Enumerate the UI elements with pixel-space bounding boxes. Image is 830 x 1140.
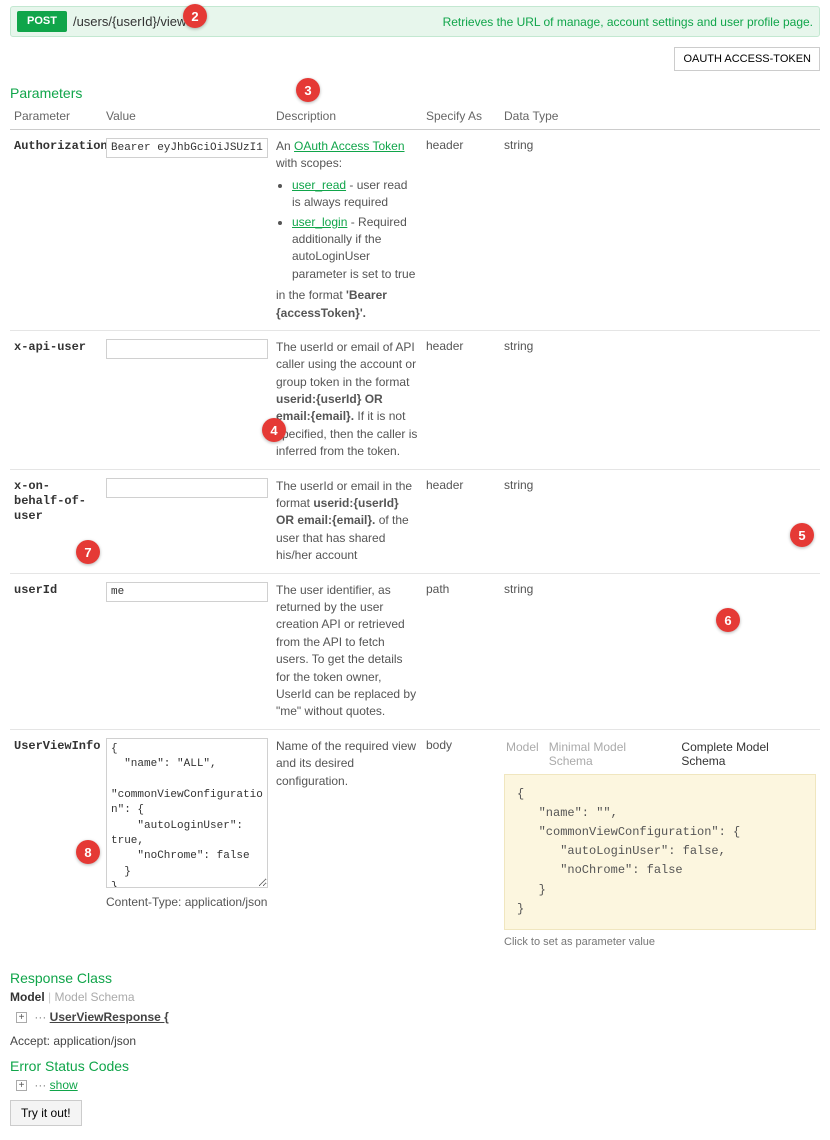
x-on-behalf-input[interactable] — [106, 478, 268, 498]
parameters-table: Parameter Value Description Specify As D… — [10, 105, 820, 956]
data-type: string — [500, 573, 820, 729]
desc-text: An — [276, 139, 294, 153]
specify-as: body — [422, 729, 500, 956]
tab-complete-model-schema[interactable]: Complete Model Schema — [679, 738, 816, 770]
model-schema-box[interactable]: { "name": "", "commonViewConfiguration":… — [504, 774, 816, 930]
response-model-link[interactable]: UserViewResponse { — [50, 1010, 169, 1024]
desc-text: in the format — [276, 288, 346, 302]
param-row-authorization: Authorization An OAuth Access Token with… — [10, 130, 820, 331]
col-data-type: Data Type — [500, 105, 820, 130]
operation-path: /users/{userId}/views — [73, 14, 193, 29]
accept-label: Accept: application/json — [10, 1034, 820, 1048]
operation-header[interactable]: POST /users/{userId}/views Retrieves the… — [10, 6, 820, 37]
col-value: Value — [102, 105, 272, 130]
try-it-out-button[interactable]: Try it out! — [10, 1100, 82, 1126]
param-name: userId — [14, 583, 57, 597]
param-row-user-view-info: UserViewInfo Content-Type: application/j… — [10, 729, 820, 956]
param-name: UserViewInfo — [14, 739, 100, 753]
tab-response-model[interactable]: Model — [10, 990, 45, 1004]
oauth-access-token-button[interactable]: OAUTH ACCESS-TOKEN — [674, 47, 820, 71]
data-type: string — [500, 130, 820, 331]
col-parameter: Parameter — [10, 105, 102, 130]
schema-tabs: Model Minimal Model Schema Complete Mode… — [504, 738, 816, 770]
desc-text: Name of the required view and its desire… — [272, 729, 422, 956]
tab-minimal-model-schema[interactable]: Minimal Model Schema — [547, 738, 674, 770]
data-type: string — [500, 469, 820, 573]
content-type-label: Content-Type: application/json — [106, 895, 268, 909]
tab-response-model-schema[interactable]: Model Schema — [54, 990, 134, 1004]
specify-as: header — [422, 130, 500, 331]
expand-icon[interactable]: + — [16, 1080, 27, 1091]
param-name: x-api-user — [14, 340, 86, 354]
param-row-x-api-user: x-api-user The userId or email of API ca… — [10, 330, 820, 469]
error-codes-show-link[interactable]: show — [50, 1078, 78, 1092]
param-row-x-on-behalf: x-on-behalf-of-user The userId or email … — [10, 469, 820, 573]
desc-text: The userId or email of API caller using … — [276, 340, 416, 389]
param-name: x-on-behalf-of-user — [14, 479, 86, 523]
col-description: Description — [272, 105, 422, 130]
param-name: Authorization — [14, 139, 108, 153]
specify-as: header — [422, 469, 500, 573]
authorization-input[interactable] — [106, 138, 268, 158]
user-id-input[interactable] — [106, 582, 268, 602]
col-specify-as: Specify As — [422, 105, 500, 130]
desc-text: with scopes: — [276, 156, 342, 170]
error-codes-heading: Error Status Codes — [10, 1058, 820, 1074]
user-view-info-body-input[interactable] — [106, 738, 268, 888]
operation-summary: Retrieves the URL of manage, account set… — [443, 15, 813, 29]
http-method-badge: POST — [17, 11, 67, 32]
response-class-heading: Response Class — [10, 970, 820, 986]
specify-as: path — [422, 573, 500, 729]
specify-as: header — [422, 330, 500, 469]
oauth-access-token-link[interactable]: OAuth Access Token — [294, 139, 405, 153]
data-type: string — [500, 330, 820, 469]
desc-text: The user identifier, as returned by the … — [272, 573, 422, 729]
param-row-user-id: userId The user identifier, as returned … — [10, 573, 820, 729]
tab-model[interactable]: Model — [504, 738, 541, 770]
scope-user-read-link[interactable]: user_read — [292, 178, 346, 192]
parameters-heading: Parameters — [10, 85, 820, 101]
scope-user-login-link[interactable]: user_login — [292, 215, 347, 229]
schema-click-hint: Click to set as parameter value — [504, 936, 816, 948]
expand-icon[interactable]: + — [16, 1012, 27, 1023]
x-api-user-input[interactable] — [106, 339, 268, 359]
